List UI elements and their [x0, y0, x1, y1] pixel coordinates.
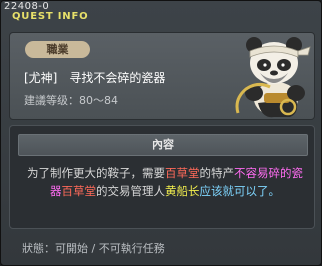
window-title: QUEST INFO — [12, 11, 89, 22]
desc-segment: 的特产 — [199, 166, 235, 180]
quest-name: [尤神] 寻找不会碎的瓷器 — [24, 71, 166, 85]
quest-summary-panel: 職業 [尤神] 寻找不会碎的瓷器 建議等级：80～84 — [9, 32, 315, 120]
desc-segment-npc: 黄船长 — [165, 184, 200, 198]
recommended-level: 建議等级：80～84 — [24, 94, 118, 107]
content-header: 內容 — [18, 134, 308, 156]
desc-segment-location: 百草堂 — [61, 184, 97, 198]
job-badge: 職業 — [25, 41, 90, 58]
desc-segment-location: 百草堂 — [165, 166, 200, 180]
panda-npc-icon — [235, 37, 311, 118]
quest-status: 狀態：可開始 / 不可執行任務 — [22, 242, 165, 255]
quest-description: 为了制作更大的鞍子，需要百草堂的特产不容易碎的瓷器百草堂的交易管理人黄船长应该就… — [24, 164, 306, 200]
desc-segment: 应该就可以了。 — [199, 184, 281, 198]
close-icon[interactable] — [304, 3, 318, 17]
content-panel: 內容 为了制作更大的鞍子，需要百草堂的特产不容易碎的瓷器百草堂的交易管理人黄船长… — [9, 125, 315, 229]
quest-info-window: 22408-0 QUEST INFO 職業 [尤神] 寻找不会碎的瓷器 建議等级… — [0, 0, 322, 266]
desc-segment: 为了制作更大的鞍子，需要 — [27, 166, 165, 180]
desc-segment: 的交易管理人 — [96, 184, 165, 198]
